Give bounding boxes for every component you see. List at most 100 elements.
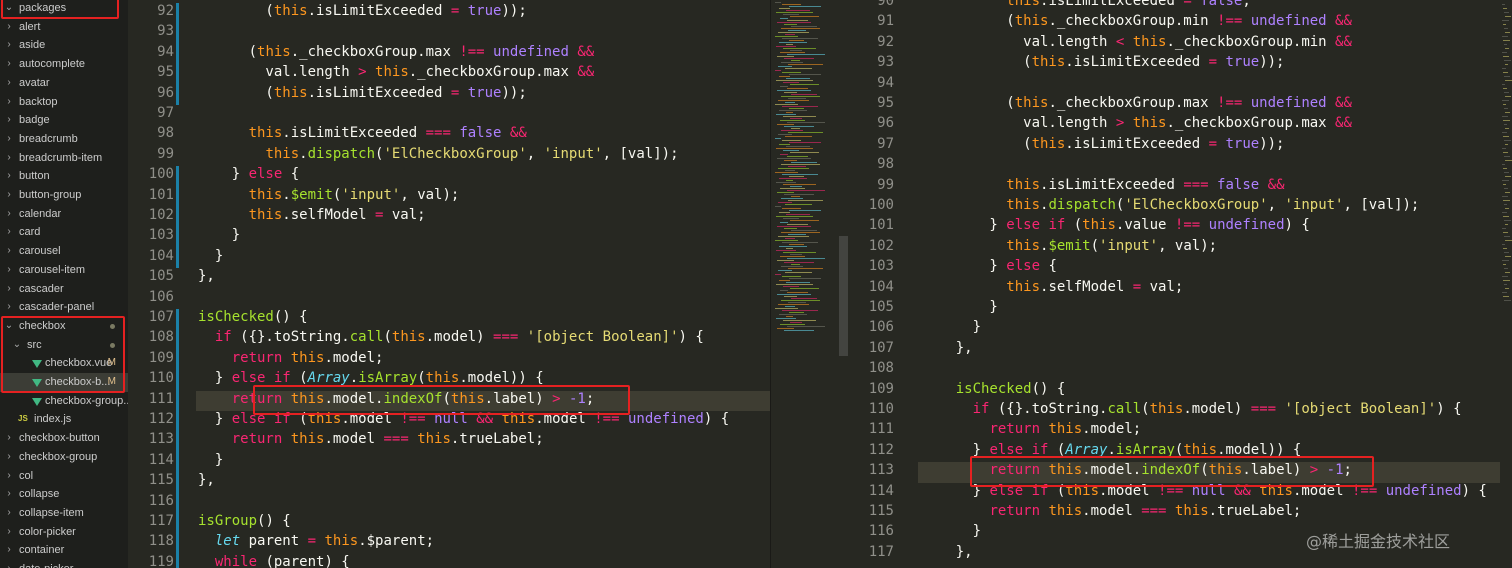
code-line[interactable]: } else { (198, 166, 299, 182)
code-line[interactable]: } (922, 523, 981, 539)
editor-scrollbar[interactable] (1500, 0, 1512, 568)
code-line[interactable]: }, (922, 340, 973, 356)
tree-item[interactable]: › card (0, 223, 128, 242)
tree-item[interactable]: › breadcrumb-item (0, 149, 128, 168)
chevron-right-icon[interactable]: › (4, 205, 14, 224)
code-line[interactable]: }, (198, 472, 215, 488)
chevron-right-icon[interactable]: › (4, 523, 14, 542)
chevron-right-icon[interactable]: › (4, 36, 14, 55)
chevron-right-icon[interactable]: › (4, 18, 14, 37)
code-line[interactable]: }, (922, 544, 973, 560)
tree-item[interactable]: › button (0, 167, 128, 186)
code-line[interactable]: (this.isLimitExceeded = true)); (198, 3, 526, 19)
code-line[interactable]: this.selfModel = val; (198, 207, 426, 223)
code-line[interactable]: this.dispatch('ElCheckboxGroup', 'input'… (922, 197, 1419, 213)
tree-item[interactable]: › checkbox-button (0, 429, 128, 448)
code-line[interactable]: val.length > this._checkboxGroup.max && (198, 64, 594, 80)
chevron-right-icon[interactable]: › (4, 448, 14, 467)
code-line[interactable]: return this.model; (922, 421, 1141, 437)
chevron-right-icon[interactable]: › (4, 93, 14, 112)
chevron-right-icon[interactable]: › (4, 504, 14, 523)
tree-item[interactable]: › collapse (0, 485, 128, 504)
minimap-slider[interactable] (839, 236, 848, 356)
tree-item[interactable]: › calendar (0, 205, 128, 224)
tree-item[interactable]: checkbox-group.... (0, 392, 128, 411)
code-line[interactable]: val.length > this._checkboxGroup.max && (922, 115, 1352, 131)
code-line[interactable]: } (922, 319, 981, 335)
chevron-right-icon[interactable]: › (4, 223, 14, 242)
tree-item[interactable]: › cascader (0, 280, 128, 299)
chevron-right-icon[interactable]: › (4, 280, 14, 299)
tree-item[interactable]: › container (0, 541, 128, 560)
code-line[interactable]: if ({}.toString.call(this.model) === '[o… (922, 401, 1462, 417)
tree-item[interactable]: › cascader-panel (0, 298, 128, 317)
code-line[interactable]: let parent = this.$parent; (198, 533, 434, 549)
chevron-right-icon[interactable]: › (4, 467, 14, 486)
code-line[interactable]: return this.model; (198, 350, 384, 366)
code-line[interactable]: this.isLimitExceeded === false && (198, 125, 527, 141)
minimap[interactable] (770, 0, 848, 568)
tree-item[interactable]: › carousel (0, 242, 128, 261)
tree-item[interactable]: › badge (0, 111, 128, 130)
chevron-right-icon[interactable]: › (4, 130, 14, 149)
tree-item[interactable]: › aside (0, 36, 128, 55)
chevron-right-icon[interactable]: › (4, 429, 14, 448)
tree-item[interactable]: › button-group (0, 186, 128, 205)
chevron-right-icon[interactable]: › (4, 111, 14, 130)
code-line[interactable]: this.isLimitExceeded = false; (922, 0, 1250, 9)
tree-item[interactable]: › checkbox-group (0, 448, 128, 467)
tree-item[interactable]: › alert (0, 18, 128, 37)
code-line[interactable]: this.$emit('input', val); (922, 238, 1217, 254)
tree-item[interactable]: › autocomplete (0, 55, 128, 74)
code-line[interactable]: (this.isLimitExceeded = true)); (922, 54, 1284, 70)
tree-item[interactable]: › breadcrumb (0, 130, 128, 149)
tree-item[interactable]: › collapse-item (0, 504, 128, 523)
code-line[interactable]: isGroup() { (198, 513, 291, 529)
code-editor-left[interactable]: 92 (this.isLimitExceeded = true)); 93 94 (… (128, 0, 770, 568)
code-line[interactable]: this.dispatch('ElCheckboxGroup', 'input'… (198, 146, 678, 162)
chevron-right-icon[interactable]: › (4, 167, 14, 186)
chevron-right-icon[interactable]: › (4, 485, 14, 504)
chevron-right-icon[interactable]: › (4, 149, 14, 168)
chevron-right-icon[interactable]: › (4, 541, 14, 560)
code-line[interactable]: (this.isLimitExceeded = true)); (198, 85, 526, 101)
code-line[interactable]: } else if (Array.isArray(this.model)) { (198, 370, 544, 386)
code-line[interactable]: } (198, 227, 240, 243)
code-line[interactable]: (this._checkboxGroup.min !== undefined &… (922, 13, 1352, 29)
code-line[interactable]: (this.isLimitExceeded = true)); (922, 136, 1284, 152)
code-line[interactable]: } (198, 452, 223, 468)
chevron-right-icon[interactable]: › (4, 242, 14, 261)
code-line[interactable]: this.$emit('input', val); (198, 187, 460, 203)
code-line[interactable]: if ({}.toString.call(this.model) === '[o… (198, 329, 704, 345)
chevron-right-icon[interactable]: › (4, 74, 14, 93)
chevron-right-icon[interactable]: › (4, 298, 14, 317)
chevron-right-icon[interactable]: › (4, 55, 14, 74)
code-line[interactable]: isChecked() { (922, 381, 1066, 397)
tree-item[interactable]: › color-picker (0, 523, 128, 542)
code-line[interactable]: this.selfModel = val; (922, 279, 1183, 295)
code-line[interactable]: val.length < this._checkboxGroup.min && (922, 34, 1352, 50)
code-line[interactable]: (this._checkboxGroup.max !== undefined &… (198, 44, 595, 60)
code-line[interactable]: } else { (922, 258, 1056, 274)
scrollbar-mark (1505, 144, 1508, 145)
code-editor-right[interactable]: 90 this.isLimitExceeded = false; 91 (this… (848, 0, 1512, 568)
tree-item[interactable]: › carousel-item (0, 261, 128, 280)
code-line[interactable]: return this.model === this.trueLabel; (922, 503, 1301, 519)
code-line[interactable]: } (198, 248, 223, 264)
chevron-right-icon[interactable]: › (4, 186, 14, 205)
tree-item[interactable]: › avatar (0, 74, 128, 93)
code-line[interactable]: this.isLimitExceeded === false && (922, 177, 1284, 193)
code-line[interactable]: (this._checkboxGroup.max !== undefined &… (922, 95, 1352, 111)
chevron-right-icon[interactable]: › (4, 261, 14, 280)
code-line[interactable]: } else if (this.value !== undefined) { (922, 217, 1309, 233)
tree-item[interactable]: › col (0, 467, 128, 486)
chevron-right-icon[interactable]: › (4, 560, 14, 568)
tree-item[interactable]: › backtop (0, 93, 128, 112)
code-line[interactable]: return this.model === this.trueLabel; (198, 431, 544, 447)
tree-item[interactable]: JS index.js (0, 410, 128, 429)
code-line[interactable]: isChecked() { (198, 309, 308, 325)
code-line[interactable]: while (parent) { (198, 554, 350, 568)
code-line[interactable]: } (922, 299, 997, 315)
tree-item[interactable]: › date-picker (0, 560, 128, 568)
code-line[interactable]: }, (198, 268, 215, 284)
